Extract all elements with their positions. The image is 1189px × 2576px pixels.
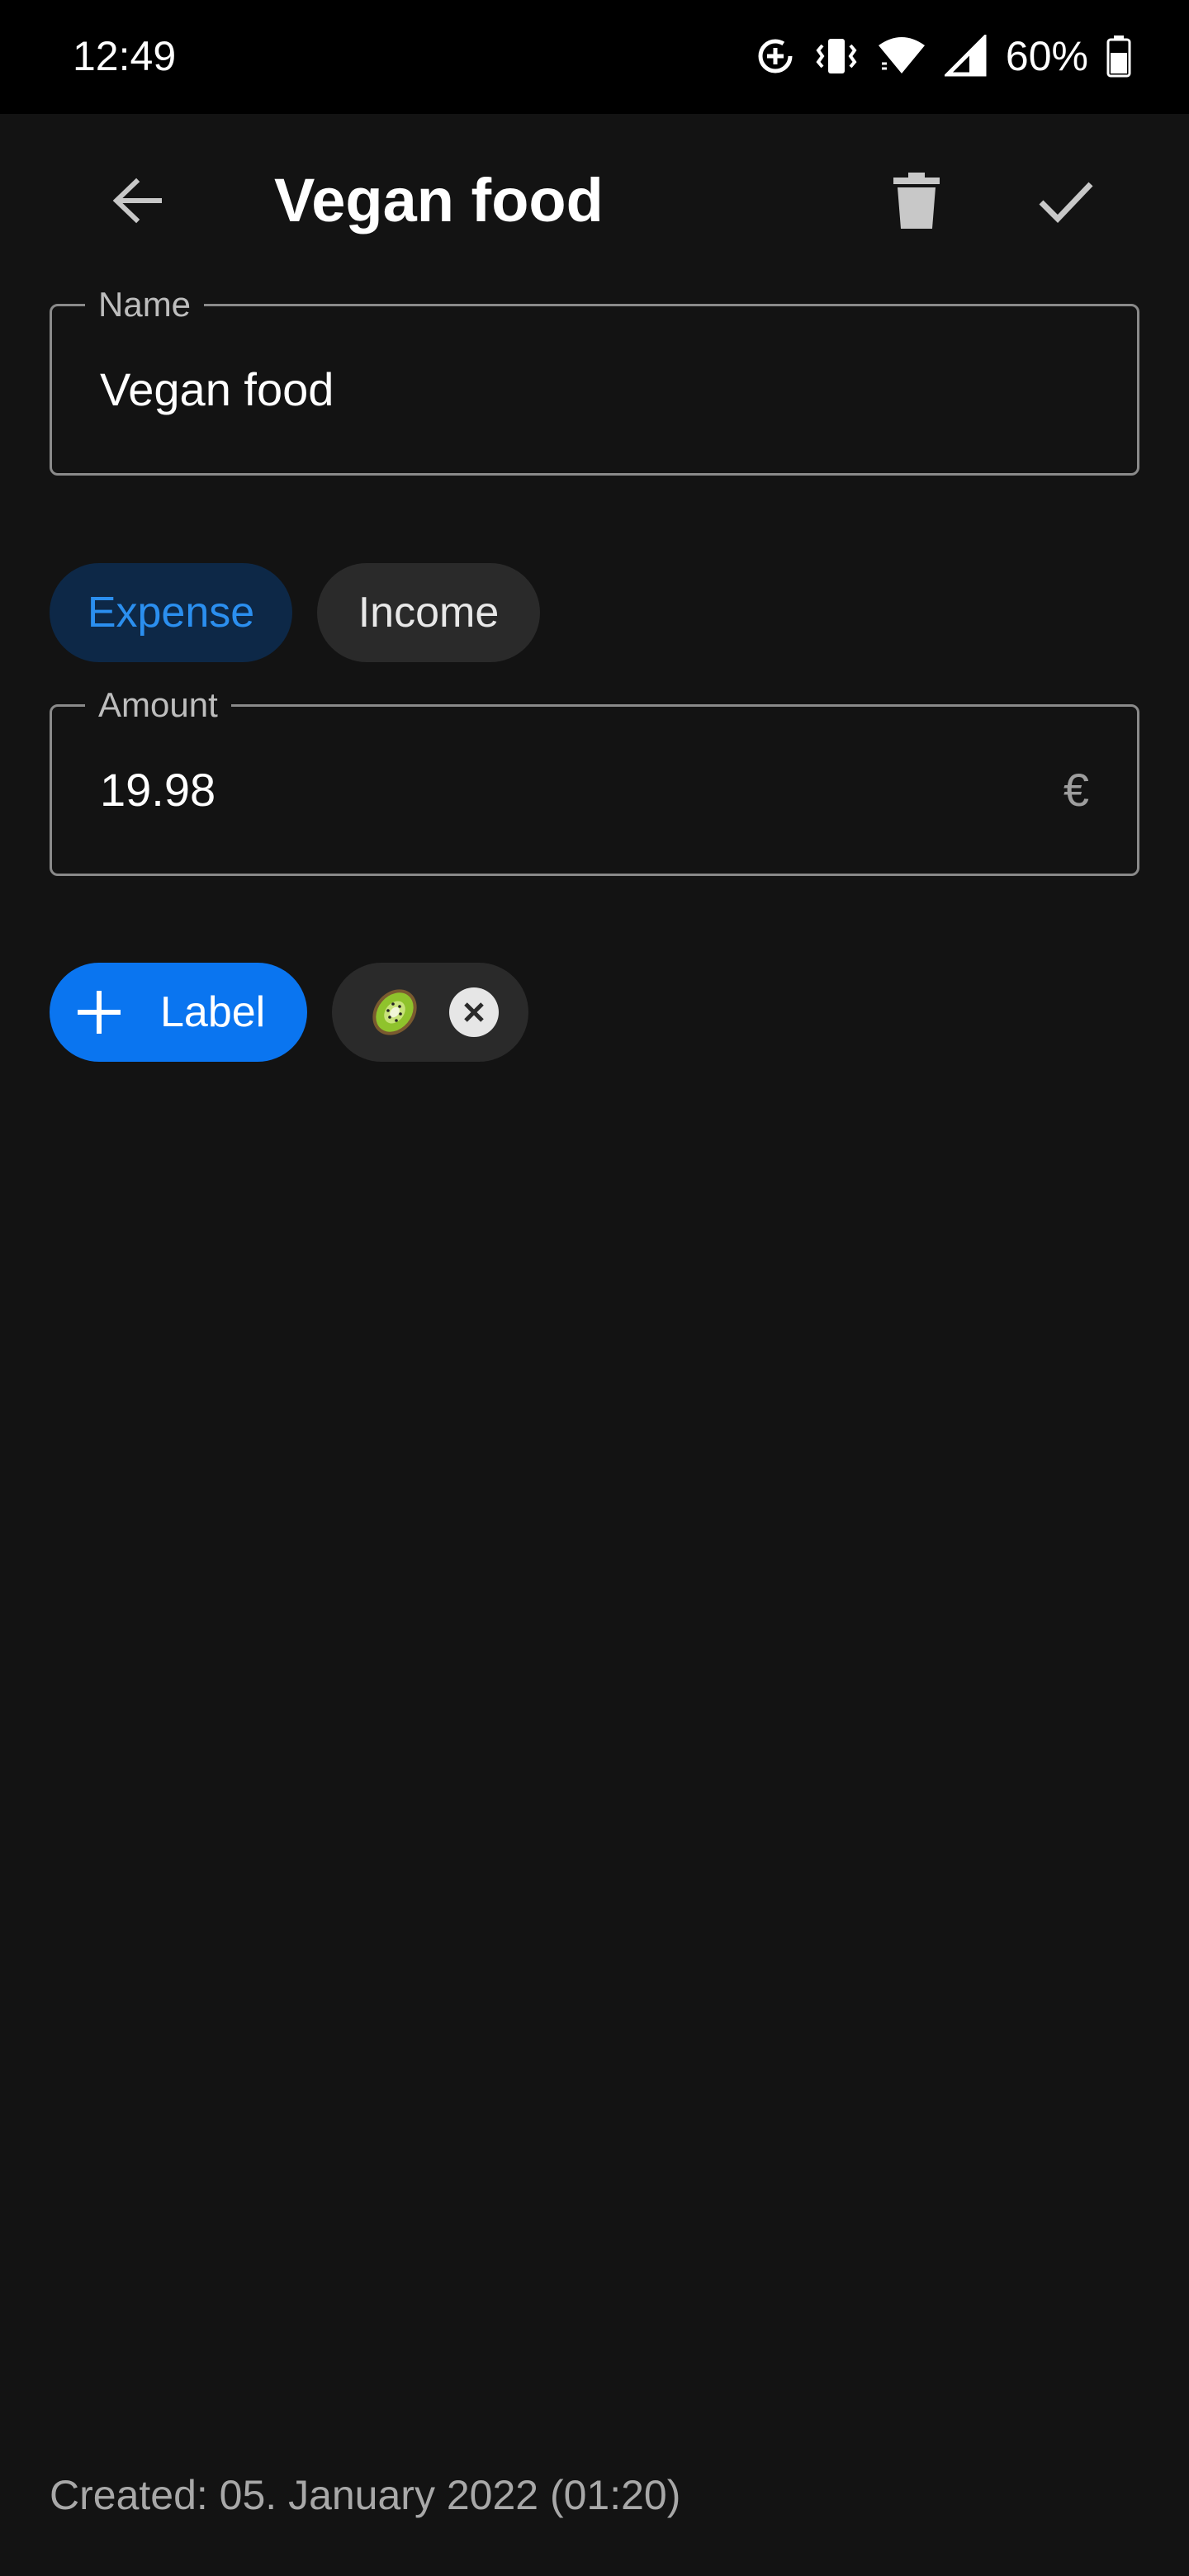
back-arrow-icon — [112, 178, 162, 224]
close-icon — [464, 1002, 484, 1022]
created-timestamp: Created: 05. January 2022 (01:20) — [50, 2472, 681, 2518]
currency-suffix: € — [1063, 764, 1089, 816]
plus-icon — [78, 991, 121, 1034]
wifi-icon — [878, 37, 925, 73]
name-field-value[interactable]: Vegan food — [100, 361, 334, 419]
income-chip[interactable]: Income — [317, 563, 540, 662]
delete-button[interactable] — [867, 151, 966, 250]
check-icon — [1039, 182, 1093, 224]
save-button[interactable] — [1016, 151, 1115, 250]
vibrate-icon — [816, 39, 857, 73]
status-time: 12:49 — [73, 33, 177, 79]
app-bar: Vegan food — [0, 114, 1189, 287]
name-field[interactable]: Name Vegan food — [50, 283, 1139, 476]
status-bar: 12:49 60% — [0, 0, 1189, 114]
expense-chip[interactable]: Expense — [50, 563, 292, 662]
amount-field-value[interactable]: 19.98 — [100, 761, 216, 819]
battery-icon — [1106, 36, 1131, 78]
label-chip[interactable] — [332, 963, 528, 1062]
kiwi-icon — [372, 989, 417, 1035]
status-icons: 60% — [755, 30, 1131, 83]
battery-percent: 60% — [1005, 33, 1088, 79]
trash-icon — [893, 173, 940, 229]
data-saver-icon — [758, 39, 793, 73]
back-button[interactable] — [88, 151, 187, 250]
name-field-label: Name — [85, 283, 205, 326]
remove-label-button[interactable] — [449, 987, 499, 1037]
page-title: Vegan food — [274, 166, 604, 234]
amount-field[interactable]: Amount 19.98 € — [50, 684, 1139, 876]
add-label-text: Label — [160, 988, 266, 1036]
add-label-button[interactable]: Label — [50, 963, 307, 1062]
signal-icon — [944, 35, 987, 77]
amount-field-label: Amount — [85, 684, 231, 727]
